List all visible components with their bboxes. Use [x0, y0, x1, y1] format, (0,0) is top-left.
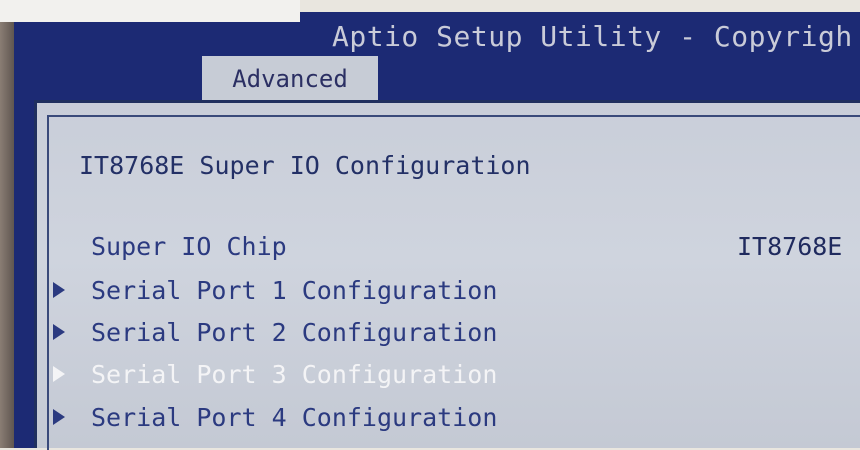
- menu-item-label: Serial Port 4 Configuration: [91, 403, 498, 432]
- bios-screen: Aptio Setup Utility - Copyrigh Advanced …: [14, 12, 860, 450]
- menu-item-serial-port-4[interactable]: Serial Port 4 Configuration: [37, 400, 860, 436]
- super-io-chip-label: Super IO Chip: [91, 232, 287, 261]
- menu-item-serial-port-2[interactable]: Serial Port 2 Configuration: [37, 315, 860, 351]
- menu-item-serial-port-3[interactable]: Serial Port 3 Configuration: [37, 357, 860, 393]
- submenu-arrow-icon: [53, 324, 65, 340]
- menu-item-label: Serial Port 3 Configuration: [91, 360, 498, 389]
- submenu-arrow-icon: [53, 409, 65, 425]
- super-io-chip-value: IT8768E: [737, 232, 843, 261]
- page-title: IT8768E Super IO Configuration: [79, 151, 531, 180]
- photo-glare: [0, 0, 300, 22]
- submenu-arrow-icon: [53, 282, 65, 298]
- monitor-bezel: [0, 0, 14, 448]
- tab-advanced[interactable]: Advanced: [202, 56, 378, 102]
- window-title: Aptio Setup Utility - Copyrigh: [332, 20, 853, 53]
- menu-item-serial-port-1[interactable]: Serial Port 1 Configuration: [37, 273, 860, 309]
- menu-item-label: Serial Port 2 Configuration: [91, 318, 498, 347]
- main-panel: IT8768E Super IO Configuration Super IO …: [34, 100, 860, 450]
- menu-item-label: Serial Port 1 Configuration: [91, 276, 498, 305]
- super-io-chip-row: Super IO Chip IT8768E: [37, 229, 860, 265]
- submenu-arrow-icon: [53, 366, 65, 382]
